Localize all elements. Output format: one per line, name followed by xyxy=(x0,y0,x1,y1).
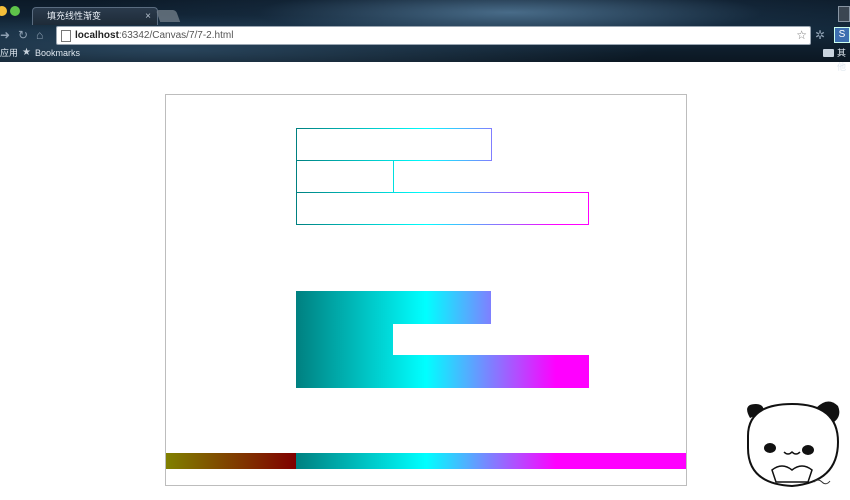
url-host: localhost xyxy=(75,30,119,41)
bookmark-apps[interactable]: 应用 xyxy=(0,46,18,60)
page-icon xyxy=(61,30,71,42)
panda-mascot-image xyxy=(747,401,840,488)
bookmark-bookmarks[interactable]: Bookmarks xyxy=(35,46,80,60)
bookmarks-bar: 应用 ★ Bookmarks 其他 xyxy=(0,46,850,72)
reload-icon[interactable]: ↻ xyxy=(18,27,28,43)
minimize-button[interactable] xyxy=(0,6,7,16)
stroked-rectangles xyxy=(296,128,589,225)
url-path: :63342/Canvas/7/7-2.html xyxy=(118,30,234,41)
fill-rect-bottom xyxy=(296,355,589,388)
signature-mark xyxy=(813,479,831,485)
bookmark-star-icon: ★ xyxy=(22,47,31,58)
stroke-rect-middle xyxy=(296,160,394,193)
navigation-bar: ➜ ↻ ⌂ localhost:63342/Canvas/7/7-2.html … xyxy=(0,26,850,45)
browser-tab[interactable]: 填充线性渐变 × xyxy=(32,7,158,25)
folder-icon xyxy=(823,49,834,57)
fill-rect-top xyxy=(296,291,491,324)
stroke-rect-bottom xyxy=(296,192,589,225)
tab-title: 填充线性渐变 xyxy=(47,11,102,21)
window-menu-button[interactable] xyxy=(838,6,850,22)
bookmark-other[interactable]: 其他 xyxy=(837,46,850,74)
extension-icon[interactable]: S xyxy=(834,27,850,43)
close-icon[interactable]: × xyxy=(145,8,151,25)
browser-chrome: 填充线性渐变 × ➜ ↻ ⌂ localhost:63342/Canvas/7/… xyxy=(0,0,850,72)
address-bar[interactable]: localhost:63342/Canvas/7/7-2.html ☆ xyxy=(56,26,811,45)
drawing-canvas[interactable] xyxy=(165,94,687,486)
filled-rectangles xyxy=(166,291,686,469)
right-eye xyxy=(802,445,814,455)
new-tab-button[interactable] xyxy=(155,10,181,22)
zoom-button[interactable] xyxy=(10,6,20,16)
star-icon[interactable]: ☆ xyxy=(796,27,807,44)
fill-gradient-bar xyxy=(166,453,686,469)
fill-rect-middle xyxy=(296,323,393,356)
gear-icon[interactable]: ✲ xyxy=(815,27,825,43)
left-eye xyxy=(764,443,776,453)
url-text: localhost:63342/Canvas/7/7-2.html xyxy=(75,27,233,44)
stroke-rect-top xyxy=(296,128,492,161)
canvas-drawing xyxy=(166,128,686,469)
arrow-right-icon[interactable]: ➜ xyxy=(0,27,10,43)
home-icon[interactable]: ⌂ xyxy=(36,27,43,43)
